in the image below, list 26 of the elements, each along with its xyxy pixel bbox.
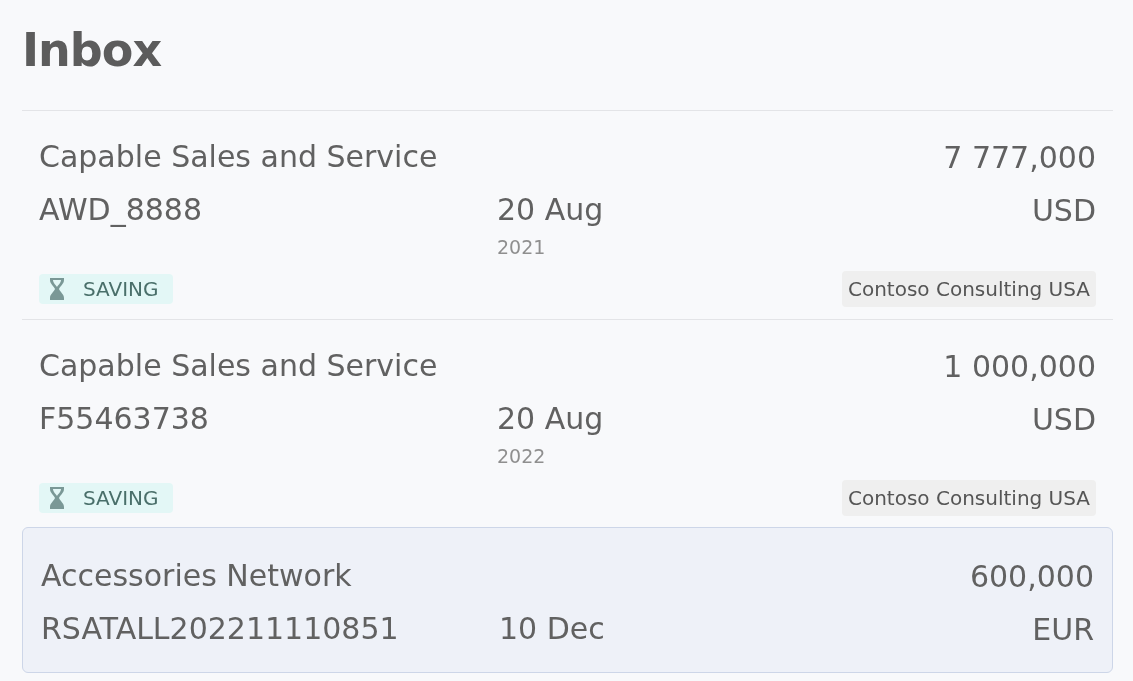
item-year: 2021 <box>497 237 547 257</box>
item-currency: USD <box>1031 401 1096 437</box>
item-code: AWD_8888 <box>39 191 203 229</box>
item-amount: 1 000,000 <box>943 348 1096 384</box>
item-amount: 7 777,000 <box>943 139 1096 175</box>
status-badge: SAVING <box>39 274 173 304</box>
item-name: Capable Sales and Service <box>39 138 439 176</box>
item-name: Capable Sales and Service <box>39 347 439 385</box>
status-badge: SAVING <box>39 483 173 513</box>
inbox-item[interactable]: Capable Sales and Service 7 777,000 AWD_8888 20 Aug USD 2021 SAVING Contoso Consulting USA <box>22 110 1113 319</box>
company-tag: Contoso Consulting USA <box>842 271 1096 307</box>
item-currency: USD <box>1031 192 1096 228</box>
company-tag: Contoso Consulting USA <box>842 480 1096 516</box>
item-code: F55463738 <box>39 400 210 438</box>
item-date: 10 Dec <box>499 610 606 648</box>
item-name: Accessories Network <box>41 557 353 595</box>
item-date: 20 Aug <box>497 191 605 229</box>
hourglass-icon <box>49 277 65 301</box>
inbox-item[interactable]: Accessories Network 600,000 RSATALL202211110851 10 Dec EUR <box>22 527 1113 673</box>
item-amount: 600,000 <box>969 558 1094 594</box>
item-code: RSATALL202211110851 <box>41 610 400 648</box>
item-currency: EUR <box>1032 611 1094 647</box>
item-year: 2022 <box>497 446 547 466</box>
hourglass-icon <box>49 486 65 510</box>
item-date: 20 Aug <box>497 400 605 438</box>
page-title: Inbox <box>22 22 163 79</box>
